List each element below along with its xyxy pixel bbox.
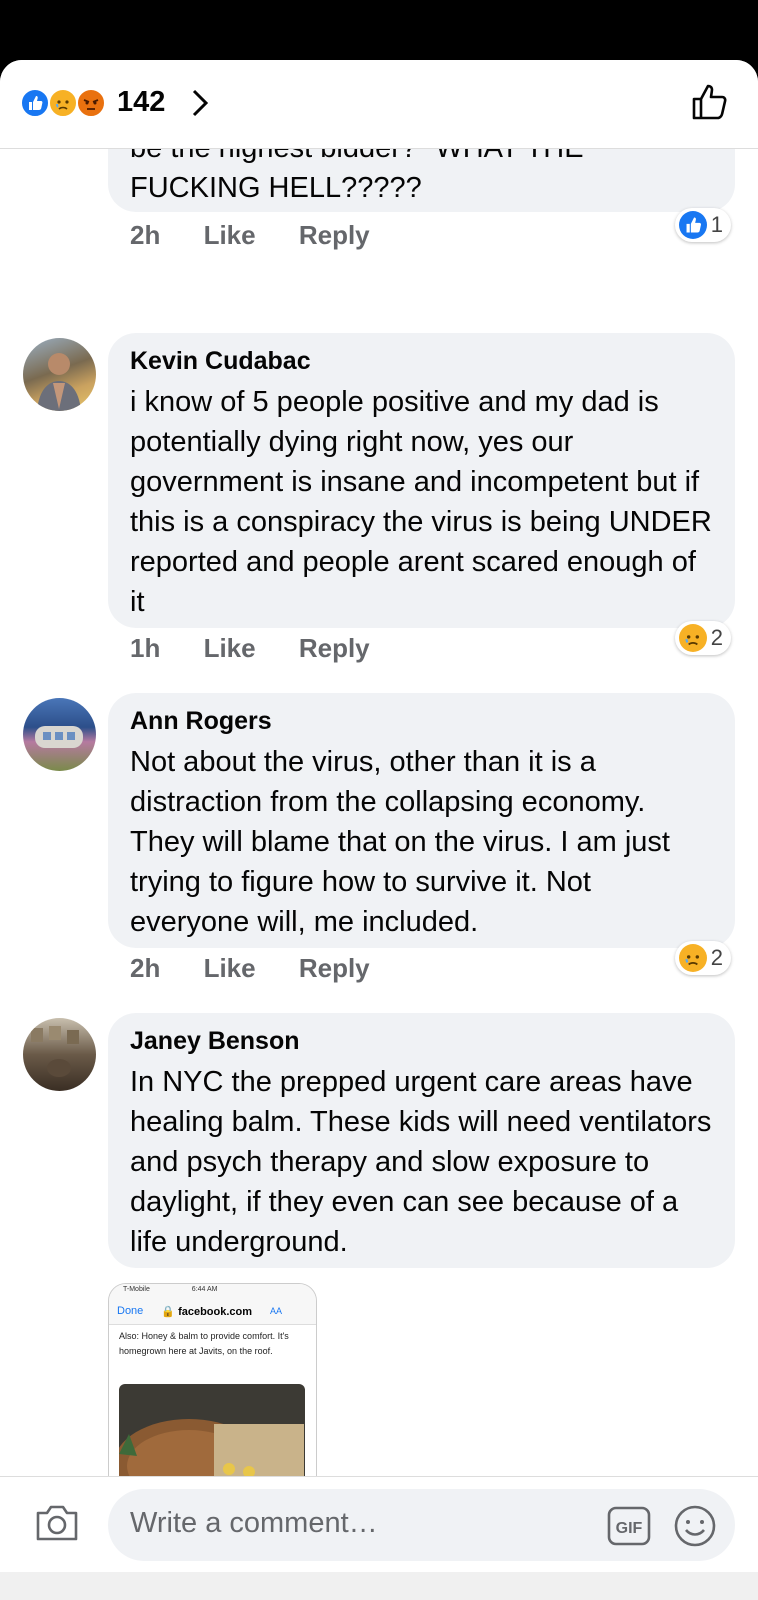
comment-bubble[interactable]: Kevin Cudabac i know of 5 people positiv…	[108, 333, 735, 628]
comment-list: be the highest bidder?" WHAT THE FUCKING…	[0, 148, 758, 1476]
reply-link[interactable]: Reply	[299, 220, 370, 250]
comment-composer: Write a comment… GIF	[0, 1476, 758, 1573]
comment-author[interactable]: Kevin Cudabac	[130, 347, 713, 376]
comments-sheet: 142 be the highest bidder?" WHAT THE FUC…	[0, 60, 758, 1600]
chevron-right-icon[interactable]	[190, 88, 210, 118]
comment-bubble[interactable]: Janey Benson In NYC the prepped urgent c…	[108, 1013, 735, 1268]
avatar[interactable]	[23, 698, 96, 771]
comment-meta: 2h Like Reply	[130, 220, 406, 251]
comment-reaction-badge[interactable]: 2	[674, 621, 731, 655]
comment-time: 1h	[130, 633, 161, 663]
like-link[interactable]: Like	[204, 633, 256, 663]
comment-time: 2h	[130, 220, 161, 250]
svg-text:GIF: GIF	[616, 1520, 643, 1537]
comment-reaction-badge[interactable]: 1	[674, 208, 731, 242]
attachment-status-bar: T-Mobile 6:44 AM	[109, 1284, 316, 1298]
reaction-count: 2	[710, 625, 723, 650]
comment-bubble[interactable]: Ann Rogers Not about the virus, other th…	[108, 693, 735, 948]
avatar[interactable]	[23, 1018, 96, 1091]
reply-link[interactable]: Reply	[299, 633, 370, 663]
reaction-count: 2	[710, 945, 723, 970]
comment-meta: 2h Like Reply	[130, 953, 406, 984]
comment-text: Not about the virus, other than it is a …	[130, 746, 670, 938]
sad-icon	[678, 944, 707, 972]
comment-text: In NYC the prepped urgent care areas hav…	[130, 1066, 712, 1258]
attachment-url: 🔒 facebook.com	[161, 1305, 253, 1318]
sad-icon	[678, 624, 707, 652]
attachment-caption: Also: Honey & balm to provide comfort. I…	[119, 1331, 289, 1356]
comment-meta: 1h Like Reply	[130, 633, 406, 664]
comment-time: 2h	[130, 953, 161, 983]
like-icon	[678, 211, 707, 239]
avatar[interactable]	[23, 338, 96, 411]
reaction-count: 1	[710, 212, 723, 237]
emoji-icon[interactable]	[673, 1504, 717, 1548]
like-link[interactable]: Like	[204, 953, 256, 983]
comment-reaction-badge[interactable]: 2	[674, 941, 731, 975]
comment-author[interactable]: Janey Benson	[130, 1027, 713, 1056]
attachment-photo	[119, 1384, 305, 1476]
sad-icon[interactable]	[48, 88, 78, 118]
reply-link[interactable]: Reply	[299, 953, 370, 983]
comment-attachment-image[interactable]: T-Mobile 6:44 AM Done 🔒 facebook.com AA …	[108, 1283, 317, 1476]
attachment-browser-bar: Done 🔒 facebook.com AA	[109, 1298, 316, 1325]
comment-author[interactable]: Ann Rogers	[130, 707, 713, 736]
like-link[interactable]: Like	[204, 220, 256, 250]
like-icon[interactable]	[20, 88, 50, 118]
comment-placeholder: Write a comment…	[130, 1507, 378, 1539]
like-thumb-icon[interactable]	[690, 82, 730, 122]
comment-text: i know of 5 people positive and my dad i…	[130, 386, 712, 618]
comment-text: be the highest bidder?" WHAT THE FUCKING…	[130, 148, 584, 204]
reactions-header: 142	[0, 60, 758, 149]
angry-icon[interactable]	[76, 88, 106, 118]
reaction-count[interactable]: 142	[117, 86, 165, 119]
camera-icon[interactable]	[34, 1503, 80, 1543]
system-nav-bar	[0, 1572, 758, 1600]
gif-icon[interactable]: GIF	[607, 1506, 651, 1551]
comment-bubble[interactable]: be the highest bidder?" WHAT THE FUCKING…	[108, 148, 735, 212]
comment-input[interactable]: Write a comment… GIF	[108, 1489, 735, 1561]
